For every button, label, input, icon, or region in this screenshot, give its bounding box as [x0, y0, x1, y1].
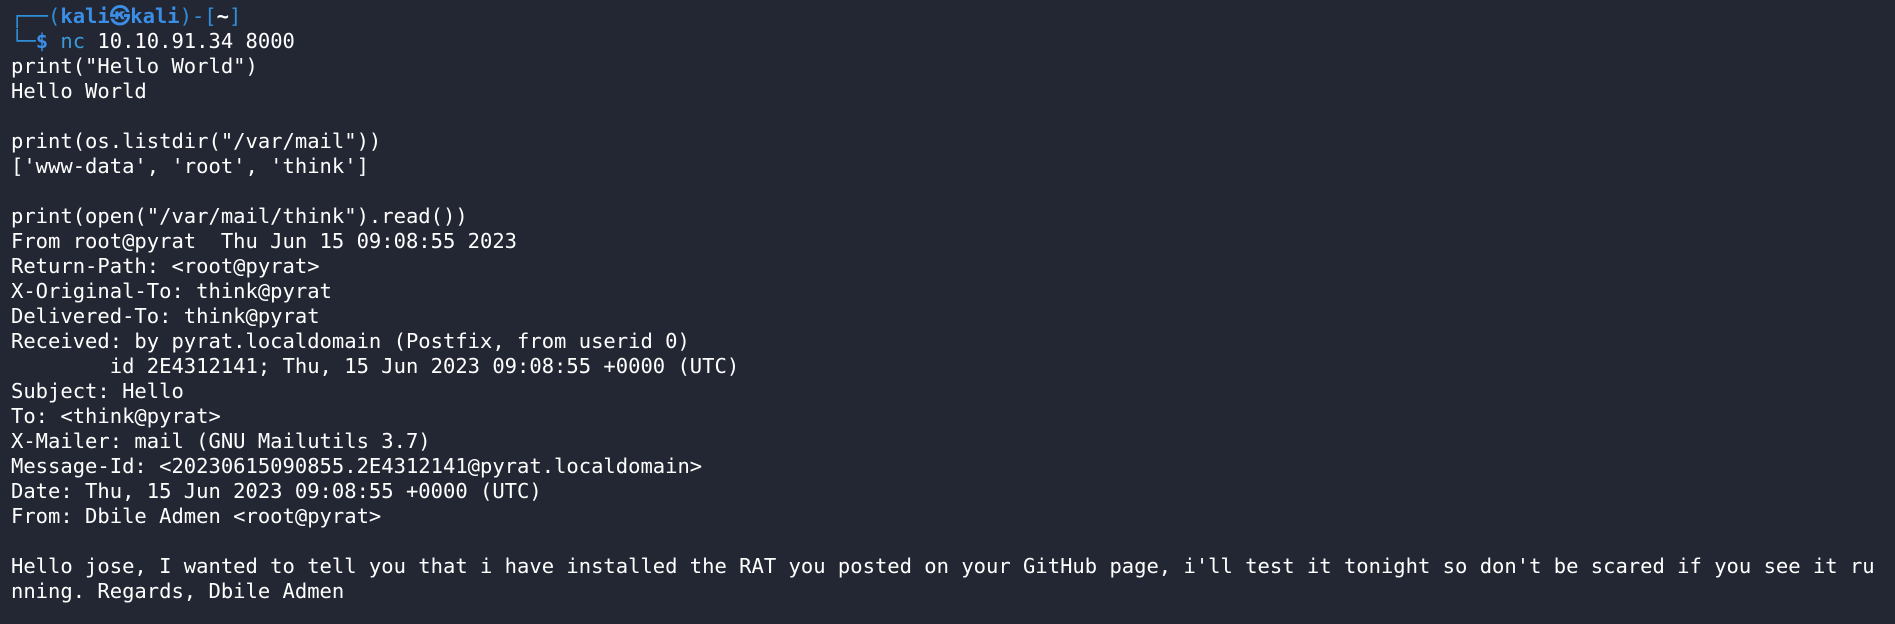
command-args: 10.10.91.34 8000 — [85, 29, 295, 53]
prompt-header: ┌──(kali㉿kali)-[~] — [11, 4, 1883, 29]
mail-header-line: Date: Thu, 15 Jun 2023 09:08:55 +0000 (U… — [11, 479, 542, 503]
prompt-frame-mid: )-[ — [179, 4, 217, 28]
output-line: print("Hello World") — [11, 54, 258, 78]
output-line: Hello World — [11, 79, 147, 103]
prompt-host: kali — [130, 4, 180, 28]
output-line: print(os.listdir("/var/mail")) — [11, 129, 382, 153]
mail-header-line: Subject: Hello — [11, 379, 184, 403]
mail-header-line: From root@pyrat Thu Jun 15 09:08:55 2023 — [11, 229, 518, 253]
mail-body: Hello jose, I wanted to tell you that i … — [11, 554, 1875, 603]
mail-header-line: To: <think@pyrat> — [11, 404, 221, 428]
mail-header-line: Message-Id: <20230615090855.2E4312141@py… — [11, 454, 703, 478]
mail-header-line: Received: by pyrat.localdomain (Postfix,… — [11, 329, 690, 353]
mail-header-line: Delivered-To: think@pyrat — [11, 304, 320, 328]
prompt-cwd: ~ — [216, 4, 229, 28]
command-line: └─$ nc 10.10.91.34 8000 — [11, 29, 1883, 54]
mail-header-line: Return-Path: <root@pyrat> — [11, 254, 320, 278]
output-line: print(open("/var/mail/think").read()) — [11, 204, 468, 228]
mail-header-line: From: Dbile Admen <root@pyrat> — [11, 504, 382, 528]
mail-header-line: X-Mailer: mail (GNU Mailutils 3.7) — [11, 429, 431, 453]
prompt-corner: └─ — [11, 29, 36, 53]
output-line: ['www-data', 'root', 'think'] — [11, 154, 369, 178]
prompt-frame-open: ┌──( — [11, 4, 61, 28]
command-name: nc — [60, 29, 86, 53]
prompt-at-symbol: ㉿ — [109, 4, 131, 28]
prompt-dollar: $ — [35, 29, 61, 53]
mail-header-line: id 2E4312141; Thu, 15 Jun 2023 09:08:55 … — [11, 354, 740, 378]
mail-header-line: X-Original-To: think@pyrat — [11, 279, 332, 303]
terminal-window[interactable]: ┌──(kali㉿kali)-[~] └─$ nc 10.10.91.34 80… — [0, 0, 1883, 624]
prompt-user: kali — [60, 4, 110, 28]
prompt-frame-close: ] — [229, 4, 242, 28]
